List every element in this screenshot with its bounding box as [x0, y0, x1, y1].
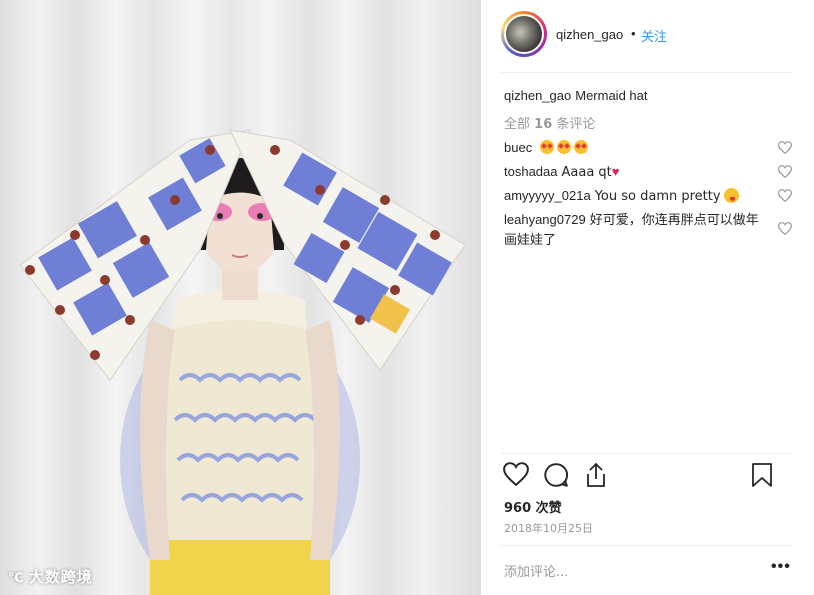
author-username[interactable]: qizhen_gao	[556, 27, 623, 42]
comment-text: You so damn pretty	[594, 189, 721, 204]
small-heart-icon[interactable]	[778, 165, 792, 178]
comment-item: amyyyyy_021a You so damn pretty	[504, 186, 759, 206]
small-heart-icon[interactable]	[778, 222, 792, 235]
comment-text: Aaaa qt	[561, 165, 612, 180]
post-header: qizhen_gao • 关注	[481, 0, 814, 70]
comment-item: toshadaa Aaaa qt♥	[504, 162, 759, 182]
watermark: ℃ 大数跨境	[8, 566, 93, 587]
heart-outline-icon[interactable]	[503, 462, 529, 486]
photo-illustration	[0, 0, 481, 595]
comment-username[interactable]: buec	[504, 140, 532, 155]
avatar[interactable]	[501, 11, 547, 57]
post-date: 2018年10月25日	[504, 522, 593, 535]
watermark-text: 大数跨境	[28, 568, 93, 586]
comment-count: 16	[534, 117, 553, 132]
comment-item: leahyang0729 好可爱，你连再胖点可以做年画娃娃了	[504, 210, 759, 250]
add-comment-input[interactable]: 添加评论...	[504, 561, 568, 580]
comment-username[interactable]: amyyyyy_021a	[504, 188, 591, 203]
more-options-button[interactable]: •••	[771, 558, 791, 576]
heart-emoji-icon: ♥	[611, 164, 620, 179]
speech-bubble-icon[interactable]	[543, 462, 569, 488]
caption-username[interactable]: qizhen_gao	[504, 88, 571, 103]
all-comments-suffix: 条评论	[556, 117, 596, 132]
star-eyes-emoji	[556, 140, 571, 154]
like-count[interactable]: 960 次赞	[504, 497, 562, 516]
share-upload-icon[interactable]	[584, 462, 608, 488]
caption: qizhen_gao Mermaid hat	[504, 88, 647, 104]
star-eyes-emoji	[539, 140, 554, 154]
small-heart-icon[interactable]	[778, 141, 792, 154]
view-all-comments-link[interactable]: 全部 16 条评论	[504, 113, 595, 132]
avatar-image	[504, 14, 544, 54]
caption-text: Mermaid hat	[575, 88, 648, 103]
post-photo[interactable]: ℃ 大数跨境	[0, 0, 481, 595]
actions-divider	[501, 453, 792, 454]
all-comments-prefix: 全部	[504, 117, 531, 132]
small-heart-icon[interactable]	[778, 189, 792, 202]
follow-button[interactable]: 关注	[641, 26, 667, 45]
header-divider	[501, 72, 792, 73]
comment-username[interactable]: leahyang0729	[504, 212, 586, 227]
watermark-logo: ℃	[8, 571, 25, 586]
wink-emoji-icon	[724, 188, 740, 203]
star-eyes-emoji	[573, 140, 588, 154]
comment-username[interactable]: toshadaa	[504, 164, 558, 179]
comment-item: buec	[504, 138, 759, 157]
post-sidebar: qizhen_gao • 关注 qizhen_gao Mermaid hat 全部…	[481, 0, 814, 595]
bookmark-icon[interactable]	[751, 462, 773, 488]
separator-dot: •	[631, 26, 636, 41]
comment-input-divider	[501, 545, 792, 546]
